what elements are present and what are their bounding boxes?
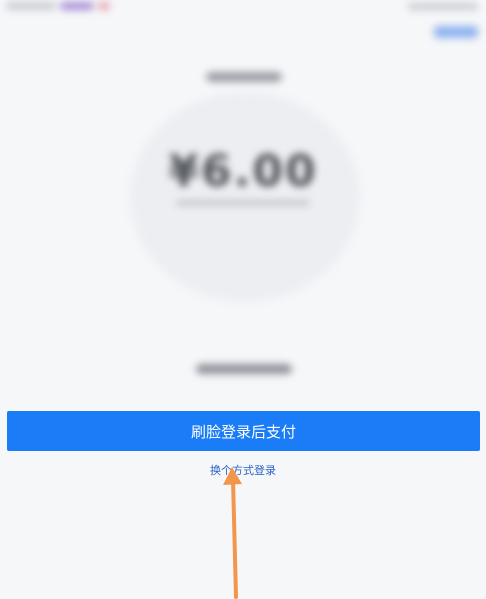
account-number xyxy=(196,364,292,374)
merchant-name xyxy=(206,72,282,82)
payment-amount: ¥6.00 xyxy=(168,146,318,197)
status-bar-left xyxy=(6,2,126,10)
payment-confirm-page: ¥6.00 刷脸登录后支付 换个方式登录 xyxy=(0,0,486,599)
amount-halo xyxy=(130,92,360,302)
status-bar-right xyxy=(408,3,478,10)
top-right-action[interactable] xyxy=(434,26,478,38)
face-login-pay-button[interactable]: 刷脸登录后支付 xyxy=(7,411,480,451)
amount-subtitle xyxy=(176,200,310,206)
annotation-arrow-icon xyxy=(223,467,242,599)
status-bar xyxy=(0,0,486,14)
